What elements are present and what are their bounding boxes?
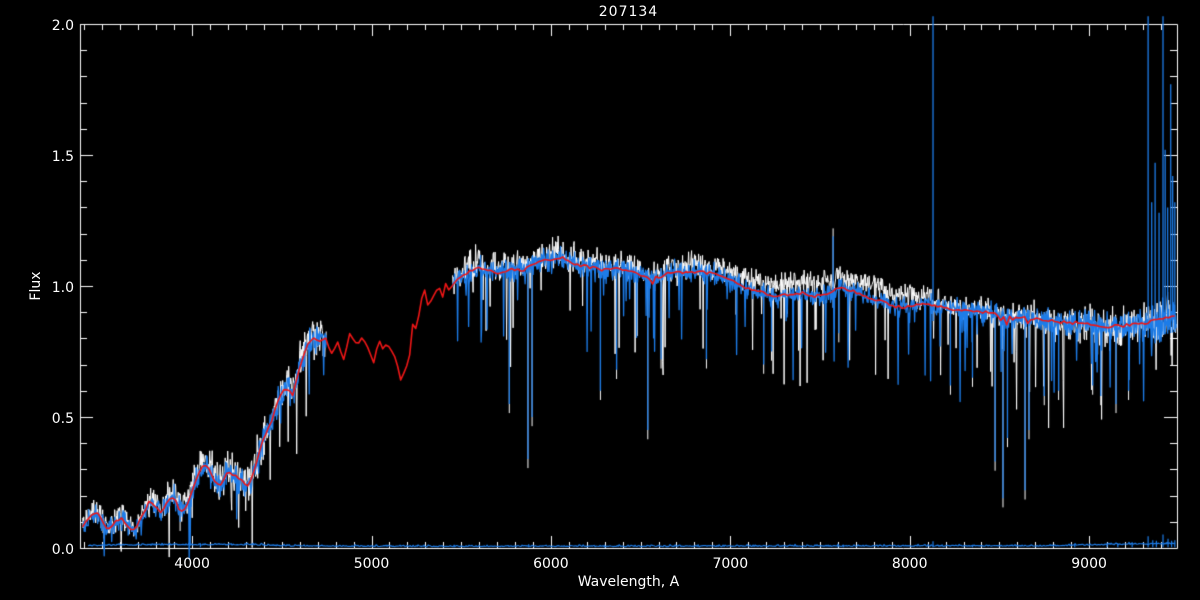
y-tick-label: 1.0 — [0, 280, 74, 296]
x-axis-label: Wavelength, A — [80, 574, 1177, 590]
x-tick-label: 8000 — [870, 556, 950, 572]
x-tick-label: 4000 — [152, 556, 232, 572]
x-tick-label: 6000 — [511, 556, 591, 572]
y-tick-label: 0.5 — [0, 411, 74, 427]
x-tick-label: 9000 — [1049, 556, 1129, 572]
y-tick-label: 1.5 — [0, 149, 74, 165]
y-tick-label: 0.0 — [0, 542, 74, 558]
y-tick-label: 2.0 — [0, 18, 74, 34]
spectrum-plot-canvas — [0, 0, 1200, 600]
x-tick-label: 7000 — [690, 556, 770, 572]
spectrum-figure: 207134 Wavelength, A Flux 40005000600070… — [0, 0, 1200, 600]
x-tick-label: 5000 — [332, 556, 412, 572]
plot-title: 207134 — [80, 4, 1177, 20]
